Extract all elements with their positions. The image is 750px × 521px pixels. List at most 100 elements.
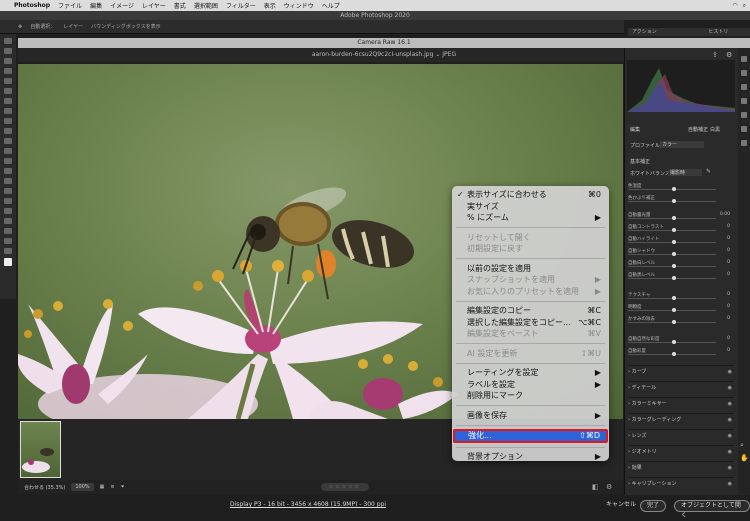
type-icon[interactable] xyxy=(4,198,12,204)
visibility-icon[interactable]: ◉ xyxy=(728,382,732,394)
slider-knob[interactable] xyxy=(672,216,676,220)
slider-row[interactable]: かすみの除去 0 xyxy=(628,316,732,325)
slider-value[interactable]: 0.00 xyxy=(720,212,730,217)
menu-item[interactable]: % にズーム ▶ xyxy=(452,212,609,224)
profile-select[interactable]: カラー xyxy=(660,141,704,148)
visibility-icon[interactable]: ◉ xyxy=(728,414,732,426)
color-swatch-icon[interactable] xyxy=(4,258,12,266)
slider-knob[interactable] xyxy=(672,320,676,324)
slider-knob[interactable] xyxy=(672,199,676,203)
panel-section[interactable]: › キャリブレーション ◉ xyxy=(628,477,734,489)
slider-knob[interactable] xyxy=(672,187,676,191)
move-tool-icon[interactable]: ✥ xyxy=(18,24,22,30)
slider-value[interactable]: 0 xyxy=(727,348,730,353)
menu-help[interactable]: ヘルプ xyxy=(322,1,340,10)
slider-value[interactable]: 0 xyxy=(727,260,730,265)
zoom-select[interactable]: 100% xyxy=(71,483,94,491)
slider-row[interactable]: テクスチャ 0 xyxy=(628,292,732,301)
slider-value[interactable]: 0 xyxy=(727,292,730,297)
gear-icon[interactable]: ⚙ xyxy=(726,51,732,59)
blur-icon[interactable] xyxy=(4,168,12,174)
menu-view[interactable]: 表示 xyxy=(264,1,276,10)
heal-icon[interactable] xyxy=(4,108,12,114)
menu-item[interactable]: 選択した編集設定をコピー... ⌥⌘C xyxy=(452,317,609,329)
filmstrip-thumbnail[interactable] xyxy=(20,421,61,478)
zoom-icon[interactable] xyxy=(4,238,12,244)
settings-icon[interactable]: ⚙ xyxy=(606,483,612,491)
masking-icon[interactable] xyxy=(741,98,747,104)
layer-dropdown[interactable]: レイヤー xyxy=(63,23,83,30)
filter-icon[interactable]: ⏷ xyxy=(121,484,125,490)
slider-row[interactable]: 明瞭度 0 xyxy=(628,304,732,313)
menu-item[interactable]: 画像を保存 ▶ xyxy=(452,410,609,422)
fit-zoom-label[interactable]: 合わせる (35.3%) xyxy=(24,484,65,491)
workflow-options-link[interactable]: Display P3 - 16 bit - 3456 x 4608 (15.9M… xyxy=(230,501,386,508)
slider-knob[interactable] xyxy=(672,264,676,268)
path-select-icon[interactable] xyxy=(4,208,12,214)
chevron-down-icon[interactable]: ⌄ xyxy=(435,51,440,58)
slider-value[interactable]: 0 xyxy=(727,236,730,241)
frame-icon[interactable] xyxy=(4,88,12,94)
basic-section-title[interactable]: 基本補正 xyxy=(630,158,650,165)
panel-section[interactable]: › カラーミキサー ◉ xyxy=(628,397,734,409)
more-tools-icon[interactable] xyxy=(4,248,12,254)
visibility-icon[interactable]: ◉ xyxy=(728,446,732,458)
slider-value[interactable]: 0 xyxy=(727,224,730,229)
slider-knob[interactable] xyxy=(672,252,676,256)
auto-select-checkbox[interactable]: 自動選択： xyxy=(30,23,55,30)
lasso-icon[interactable] xyxy=(4,58,12,64)
eyedropper-icon[interactable] xyxy=(4,98,12,104)
bbox-checkbox[interactable]: バウンディングボックスを表示 xyxy=(91,23,161,30)
bw-button[interactable]: 白黒 xyxy=(710,126,720,133)
panel-section[interactable]: › レンズ ◉ xyxy=(628,429,734,441)
wb-select[interactable]: 撮影時 xyxy=(668,169,702,176)
more-icon[interactable] xyxy=(741,140,747,146)
eyedropper-icon[interactable]: ✎ xyxy=(706,168,711,175)
menu-filter[interactable]: フィルター xyxy=(226,1,256,10)
edit-icon[interactable] xyxy=(741,56,747,62)
red-eye-icon[interactable] xyxy=(741,112,747,118)
grid-view-icon[interactable]: ▦ xyxy=(100,484,105,490)
slider-value[interactable]: 0 xyxy=(727,248,730,253)
wand-icon[interactable] xyxy=(4,68,12,74)
menu-item[interactable]: レーティングを設定 ▶ xyxy=(452,367,609,379)
slider-knob[interactable] xyxy=(672,240,676,244)
slider-row[interactable]: 色かぶり補正 xyxy=(628,195,732,204)
slider-row[interactable]: 自動ハイライト 0 xyxy=(628,236,732,245)
wifi-icon[interactable]: ◠ xyxy=(732,2,737,10)
slider-row[interactable]: 自動露光量 0.00 xyxy=(628,212,732,221)
panel-section[interactable]: › カラーグレーディング ◉ xyxy=(628,413,734,425)
shape-icon[interactable] xyxy=(4,218,12,224)
history-brush-icon[interactable] xyxy=(4,138,12,144)
menu-app-name[interactable]: Photoshop xyxy=(14,2,50,9)
eraser-icon[interactable] xyxy=(4,148,12,154)
slider-knob[interactable] xyxy=(672,340,676,344)
visibility-icon[interactable]: ◉ xyxy=(728,462,732,474)
slider-knob[interactable] xyxy=(672,276,676,280)
slider-row[interactable]: 色温度 xyxy=(628,183,732,192)
auto-button[interactable]: 自動補正 xyxy=(688,126,708,133)
slider-knob[interactable] xyxy=(672,296,676,300)
menu-item[interactable]: 実サイズ xyxy=(452,201,609,213)
rating-stars[interactable]: ☆☆☆☆☆ xyxy=(320,483,370,491)
hand-icon[interactable] xyxy=(4,228,12,234)
slider-row[interactable]: 自動黒レベル 0 xyxy=(628,272,732,281)
panel-section[interactable]: › ジオメトリ ◉ xyxy=(628,445,734,457)
slider-value[interactable]: 0 xyxy=(727,272,730,277)
cancel-button[interactable]: キャンセル xyxy=(600,500,642,512)
menu-item[interactable]: ✓ 表示サイズに合わせる ⌘0 xyxy=(452,189,609,201)
slider-knob[interactable] xyxy=(672,352,676,356)
slider-knob[interactable] xyxy=(672,228,676,232)
done-button[interactable]: 完了 xyxy=(640,500,667,512)
crop-icon[interactable] xyxy=(4,78,12,84)
panel-section[interactable]: › 効果 ◉ xyxy=(628,461,734,473)
crop-rotate-icon[interactable] xyxy=(741,70,747,76)
slider-row[interactable]: 自動コントラスト 0 xyxy=(628,224,732,233)
search-icon[interactable]: ⌕ xyxy=(743,2,746,10)
dodge-icon[interactable] xyxy=(4,178,12,184)
slider-row[interactable]: 自動彩度 0 xyxy=(628,348,732,357)
visibility-icon[interactable]: ◉ xyxy=(728,478,732,490)
menu-item[interactable]: 背景オプション ▶ xyxy=(452,451,609,463)
slider-value[interactable]: 0 xyxy=(727,304,730,309)
slider-value[interactable]: 0 xyxy=(727,336,730,341)
